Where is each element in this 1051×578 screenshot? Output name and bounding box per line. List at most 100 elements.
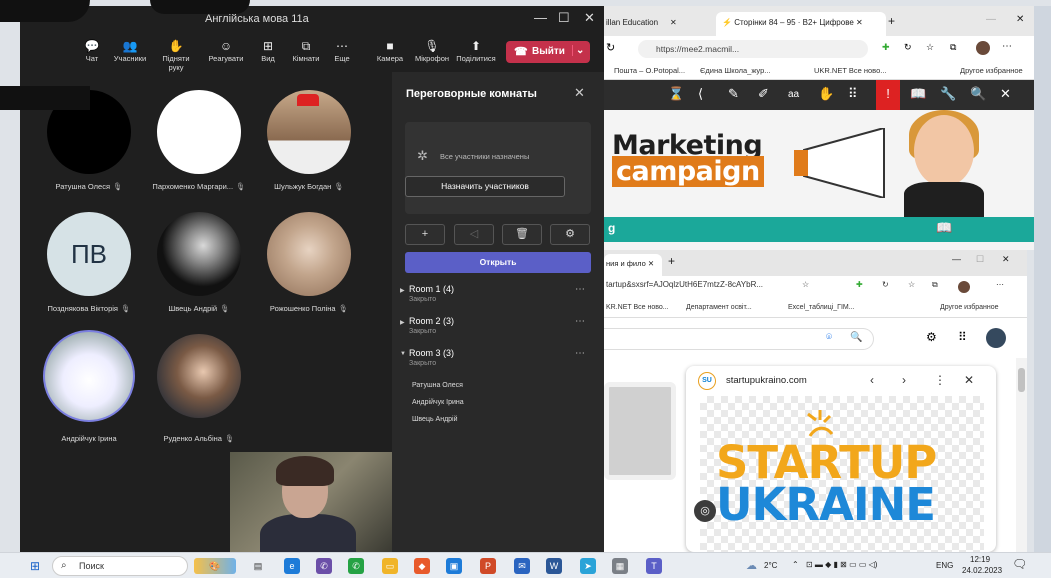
participant-tile[interactable]: Руденко Альбіна 🎙	[144, 334, 254, 443]
url-field[interactable]: https://mee2.macmil...	[638, 40, 868, 58]
participant-tile[interactable]: Пархоменко Маргари... 🎙	[144, 90, 254, 191]
favorite-link[interactable]: Департамент освіт...	[686, 304, 752, 311]
settings-button[interactable]: ⚙	[550, 224, 590, 245]
close-button[interactable]: ✕	[1002, 252, 1010, 276]
participant-tile[interactable]: Шульжук Богдан 🎙	[254, 90, 364, 191]
favorite-link[interactable]: Excel_таблиці_ГІМ...	[788, 304, 855, 311]
search-icon[interactable]: 🔍	[970, 86, 986, 102]
chevron-down-icon[interactable]: ▼	[400, 351, 406, 357]
search-icon[interactable]: 🔍	[850, 332, 862, 343]
popup-site[interactable]: startupukraino.com	[726, 375, 807, 386]
open-rooms-button[interactable]: Открыть	[405, 252, 591, 273]
apps-icon[interactable]: ⠿	[958, 330, 967, 344]
mic-button[interactable]: 🎙 Мікрофон	[410, 38, 454, 63]
more-button[interactable]: ⋯ Еще	[320, 38, 364, 63]
refresh-icon[interactable]: ↻	[606, 41, 615, 54]
tab-book-pages[interactable]: ⚡ Сторінки 84 – 95 · B2+ Цифрове ✕	[716, 12, 886, 36]
assign-participants-button[interactable]: Назначить участников	[405, 176, 565, 197]
minimize-button[interactable]: —	[952, 252, 961, 276]
favorites-icon[interactable]: ☆	[802, 280, 809, 289]
raise-hand-button[interactable]: ✋ Підняти руку	[154, 38, 198, 72]
windows-start-icon[interactable]: ⊞	[30, 559, 40, 573]
favorite-link[interactable]: Єдина Школа_жур...	[700, 66, 771, 75]
announce-button[interactable]: ◁	[454, 224, 494, 245]
favorites-icon[interactable]: ☆	[908, 280, 915, 289]
wrench-icon[interactable]: 🔧	[940, 86, 956, 102]
avatar[interactable]	[976, 41, 990, 55]
lens-icon[interactable]: ◎	[694, 500, 716, 522]
notifications-icon[interactable]: 🗨	[1012, 557, 1027, 571]
whatsapp-icon[interactable]: ✆	[348, 558, 364, 574]
more-icon[interactable]: ⋯	[575, 284, 585, 295]
leave-button[interactable]: ☎ Выйти ⌄	[506, 41, 590, 63]
more-icon[interactable]: ⋯	[575, 348, 585, 359]
pointer-icon[interactable]: !	[876, 80, 900, 110]
clock-time[interactable]: 12:19	[970, 555, 990, 564]
chevron-right-icon[interactable]: ▶	[400, 319, 405, 326]
weather-icon[interactable]: ☁	[746, 559, 757, 572]
weather-temp[interactable]: 2°C	[764, 561, 777, 570]
chevron-right-icon[interactable]: ›	[902, 373, 906, 387]
taskbar-search[interactable]: ⌕ Поиск	[52, 556, 188, 576]
powerpoint-icon[interactable]: P	[480, 558, 496, 574]
close-icon[interactable]: ✕	[856, 18, 863, 27]
gear-icon[interactable]: ⚙	[926, 330, 937, 344]
marker-icon[interactable]: ✐	[758, 86, 769, 102]
maximize-button[interactable]: ☐	[558, 10, 570, 26]
more-icon[interactable]: ⋯	[575, 316, 585, 327]
explorer-icon[interactable]: ▭	[382, 558, 398, 574]
url-field[interactable]: tartup&sxsrf=AJOqlzUtH6E7mtzZ-8cAYbR...	[606, 280, 763, 289]
collections-icon[interactable]: ⧉	[932, 280, 938, 290]
app-icon[interactable]: ◆	[414, 558, 430, 574]
refresh-icon[interactable]: ↻	[882, 280, 889, 289]
close-button[interactable]: ✕	[584, 10, 595, 26]
minimize-button[interactable]: —	[986, 12, 996, 36]
share-icon[interactable]: ⟨	[698, 86, 703, 102]
chevron-right-icon[interactable]: ▶	[400, 287, 405, 294]
react-button[interactable]: ☺ Реагувати	[204, 38, 248, 63]
avatar[interactable]	[958, 281, 970, 293]
collections-icon[interactable]: ⧉	[950, 42, 956, 53]
participant-tile[interactable]: Андрійчук Ірина	[34, 330, 144, 443]
add-room-button[interactable]: +	[405, 224, 445, 245]
book-icon[interactable]: 📖	[936, 220, 952, 236]
clock-date[interactable]: 24.02.2023	[962, 566, 1002, 575]
calculator-icon[interactable]: ▦	[612, 558, 628, 574]
share-button[interactable]: ⬆ Поділитися	[454, 38, 498, 63]
tab-search[interactable]: ния и фило ✕	[604, 254, 662, 276]
refresh-icon[interactable]: ↻	[904, 42, 912, 53]
close-icon[interactable]: ✕	[670, 18, 677, 27]
pencil-icon[interactable]: ✎	[728, 86, 739, 102]
word-icon[interactable]: W	[546, 558, 562, 574]
close-icon[interactable]: ✕	[964, 373, 974, 387]
grid-icon[interactable]: ⠿	[848, 86, 858, 102]
favorite-link[interactable]: Другое избранное	[940, 304, 999, 311]
favorite-link[interactable]: UKR.NET Все ново...	[814, 66, 887, 75]
new-tab-button[interactable]: +	[888, 12, 895, 36]
avatar[interactable]	[986, 328, 1006, 348]
participants-button[interactable]: 👥 Учасники	[108, 38, 152, 63]
delete-room-button[interactable]: 🗑	[502, 224, 542, 245]
viber-icon[interactable]: ✆	[316, 558, 332, 574]
favorite-link[interactable]: KR.NET Все ново...	[606, 304, 669, 311]
maximize-button[interactable]: ☐	[976, 252, 984, 276]
favorite-link[interactable]: Пошта – O.Potopal...	[614, 66, 685, 75]
scrollbar[interactable]	[1016, 358, 1027, 552]
widgets-icon[interactable]: 🎨	[194, 558, 236, 574]
hourglass-icon[interactable]: ⌛	[668, 86, 684, 102]
language-indicator[interactable]: ENG	[936, 561, 953, 570]
more-icon[interactable]: ⋯	[1002, 41, 1012, 52]
image-card[interactable]	[604, 382, 676, 480]
extension-icon[interactable]: ✚	[856, 280, 863, 289]
chevron-up-icon[interactable]: ⌃	[792, 560, 799, 569]
search-input[interactable]: ⌾ 🔍	[604, 328, 874, 350]
mail-icon[interactable]: ✉	[514, 558, 530, 574]
edge-icon[interactable]: e	[284, 558, 300, 574]
participant-tile[interactable]: ПВ Позднякова Вікторія 🎙	[34, 212, 144, 313]
close-icon[interactable]: ✕	[574, 85, 585, 101]
new-tab-button[interactable]: +	[668, 252, 675, 276]
close-button[interactable]: ✕	[1016, 12, 1024, 36]
telegram-icon[interactable]: ➤	[580, 558, 596, 574]
minimize-button[interactable]: —	[534, 10, 547, 25]
store-icon[interactable]: ▣	[446, 558, 462, 574]
